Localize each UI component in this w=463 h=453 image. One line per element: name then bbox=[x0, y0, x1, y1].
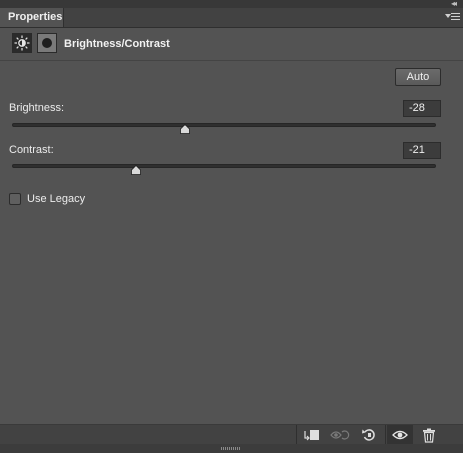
adjustment-title: Brightness/Contrast bbox=[64, 38, 170, 50]
contrast-value-field[interactable]: -21 bbox=[403, 142, 441, 159]
brightness-slider-track[interactable] bbox=[12, 123, 436, 127]
layer-mask-icon[interactable] bbox=[37, 33, 57, 53]
contrast-slider-thumb[interactable] bbox=[131, 165, 141, 175]
brightness-label: Brightness: bbox=[9, 102, 65, 114]
reset-icon[interactable] bbox=[356, 425, 382, 445]
brightness-contrast-icon[interactable] bbox=[12, 33, 32, 53]
toolbar-divider bbox=[385, 425, 386, 445]
bottom-toolbar bbox=[0, 424, 463, 445]
auto-button[interactable]: Auto bbox=[395, 68, 441, 86]
panel-top-strip: ◂◂ bbox=[0, 0, 463, 8]
eye-icon[interactable] bbox=[387, 425, 413, 445]
use-legacy-checkbox[interactable] bbox=[9, 193, 21, 205]
panel-menu-icon[interactable] bbox=[445, 11, 461, 23]
view-previous-state-icon[interactable] bbox=[327, 425, 353, 445]
brightness-slider-thumb[interactable] bbox=[180, 124, 190, 134]
clip-to-layer-icon[interactable] bbox=[298, 425, 324, 445]
panel-resize-grip[interactable] bbox=[0, 444, 463, 453]
panel-tab-bar: Properties bbox=[0, 8, 463, 28]
contrast-slider-track[interactable] bbox=[12, 164, 436, 168]
trash-icon[interactable] bbox=[416, 425, 442, 445]
tab-properties[interactable]: Properties bbox=[0, 8, 64, 27]
use-legacy-label: Use Legacy bbox=[27, 193, 86, 205]
toolbar-divider bbox=[296, 425, 297, 445]
double-chevron-right-icon[interactable]: ◂◂ bbox=[451, 0, 457, 8]
properties-header: Brightness/Contrast bbox=[0, 28, 463, 61]
brightness-value-field[interactable]: -28 bbox=[403, 100, 441, 117]
contrast-label: Contrast: bbox=[9, 144, 54, 156]
